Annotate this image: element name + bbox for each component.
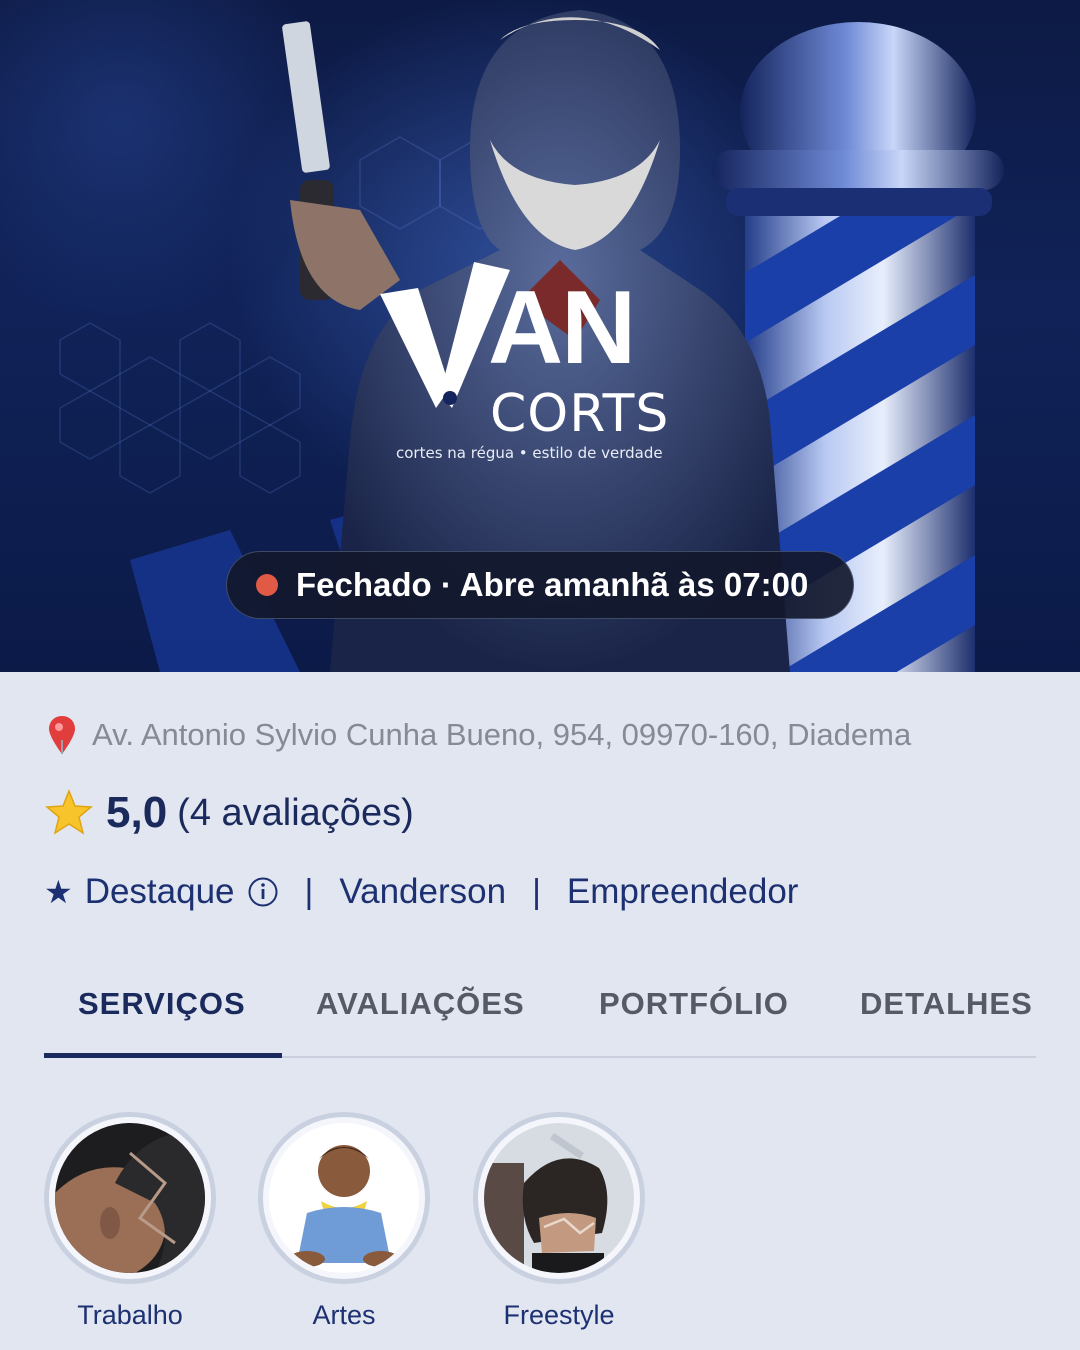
tab-services[interactable]: SERVIÇOS [78,986,246,1022]
opening-status-text: Fechado · Abre amanhã às 07:00 [296,566,809,603]
star-icon [45,788,93,835]
category-image-frame [44,1112,216,1284]
rating-value: 5,0 [106,788,168,837]
haircut-design-photo-icon [55,1123,205,1273]
tab-details[interactable]: DETALHES [860,986,1033,1022]
separator: | [304,872,314,911]
tab-reviews[interactable]: AVALIAÇÕES [316,986,525,1022]
brand-name: AN [488,270,636,386]
separator: | [532,872,541,911]
category-freestyle[interactable]: Freestyle [473,1112,645,1331]
active-tab-indicator [44,1053,282,1058]
brand-logo: AN CORTS cortes na régua • estilo de ver… [378,258,688,468]
owner-link[interactable]: Vanderson [339,872,506,912]
star-small-icon: ★ [44,873,73,911]
category-artes[interactable]: Artes [258,1112,430,1331]
category-image-frame [258,1112,430,1284]
brand-tagline: cortes na régua • estilo de verdade [396,444,663,462]
closed-status-dot-icon [256,574,278,596]
category-trabalho[interactable]: Trabalho [44,1112,216,1331]
role-link[interactable]: Empreendedor [567,872,799,912]
business-meta-row: ★ Destaque | Vanderson | Empreendedor [44,872,798,912]
brand-subtitle: CORTS [490,384,670,444]
category-image-frame [473,1112,645,1284]
rating-count: (4 avaliações) [177,791,414,834]
rating-row[interactable]: 5,0 (4 avaliações) [44,788,414,838]
haircut-freestyle-photo-icon [484,1123,634,1273]
location-pin-icon [49,716,75,754]
hero-banner: AN CORTS cortes na régua • estilo de ver… [0,0,1080,672]
tab-portfolio[interactable]: PORTFÓLIO [599,986,789,1022]
tab-bar: SERVIÇOS AVALIAÇÕES PORTFÓLIO DETALHES [44,960,1036,1058]
baby-photo-icon [269,1123,419,1273]
address-text: Av. Antonio Sylvio Cunha Bueno, 954, 099… [92,717,912,752]
featured-badge-label[interactable]: Destaque [85,872,235,912]
address-row[interactable]: Av. Antonio Sylvio Cunha Bueno, 954, 099… [46,714,911,756]
category-label: Freestyle [503,1300,615,1330]
opening-status-badge: Fechado · Abre amanhã às 07:00 [226,551,854,619]
category-label: Trabalho [77,1300,183,1330]
info-icon[interactable] [247,876,279,908]
category-label: Artes [312,1300,376,1330]
